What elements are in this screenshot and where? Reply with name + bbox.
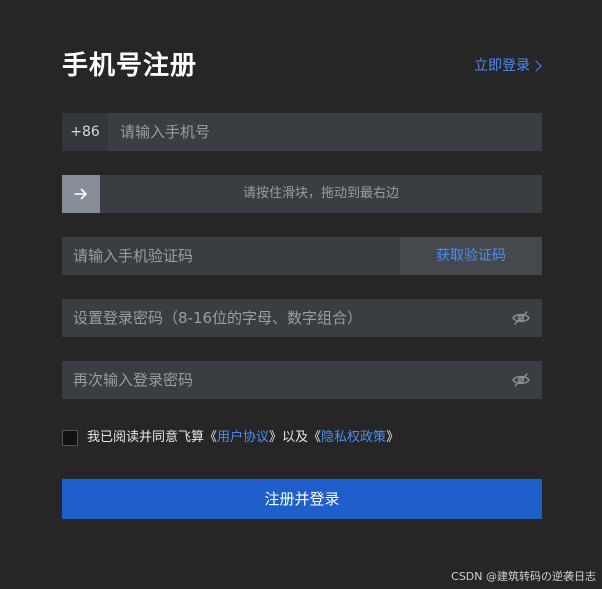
- login-link[interactable]: 立即登录: [474, 56, 542, 76]
- arrow-right-icon: [74, 188, 87, 200]
- agreement-middle: 》以及《: [269, 430, 322, 445]
- verification-code-input[interactable]: [62, 237, 400, 275]
- eye-slash-icon[interactable]: [511, 308, 531, 328]
- agreement-suffix: 》: [386, 430, 400, 445]
- page-title: 手机号注册: [62, 51, 198, 81]
- eye-slash-icon[interactable]: [511, 370, 531, 390]
- phone-field-group: +86: [62, 113, 542, 151]
- agreement-prefix: 我已阅读并同意飞算《: [87, 430, 218, 445]
- password-field-group: [62, 299, 542, 337]
- confirm-password-field-group: [62, 361, 542, 399]
- register-login-button[interactable]: 注册并登录: [62, 479, 542, 519]
- privacy-policy-link[interactable]: 隐私权政策: [321, 429, 386, 447]
- slider-handle[interactable]: [62, 175, 100, 213]
- country-code-selector[interactable]: +86: [62, 113, 108, 151]
- verification-code-group: 获取验证码: [62, 237, 542, 275]
- login-link-label: 立即登录: [474, 58, 530, 74]
- user-agreement-link[interactable]: 用户协议: [217, 429, 269, 447]
- agreement-checkbox[interactable]: [62, 430, 78, 446]
- password-input[interactable]: [62, 299, 511, 337]
- confirm-password-input[interactable]: [62, 361, 511, 399]
- phone-input[interactable]: [108, 113, 542, 151]
- slider-captcha: 请按住滑块，拖动到最右边: [62, 175, 542, 213]
- chevron-right-icon: [530, 60, 542, 72]
- get-code-button[interactable]: 获取验证码: [400, 237, 542, 275]
- agreement-row: 我已阅读并同意飞算《 用户协议 》以及《 隐私权政策 》: [62, 429, 399, 447]
- watermark: CSDN @建筑转码の逆袭日志: [451, 570, 596, 583]
- slider-hint: 请按住滑块，拖动到最右边: [242, 186, 399, 201]
